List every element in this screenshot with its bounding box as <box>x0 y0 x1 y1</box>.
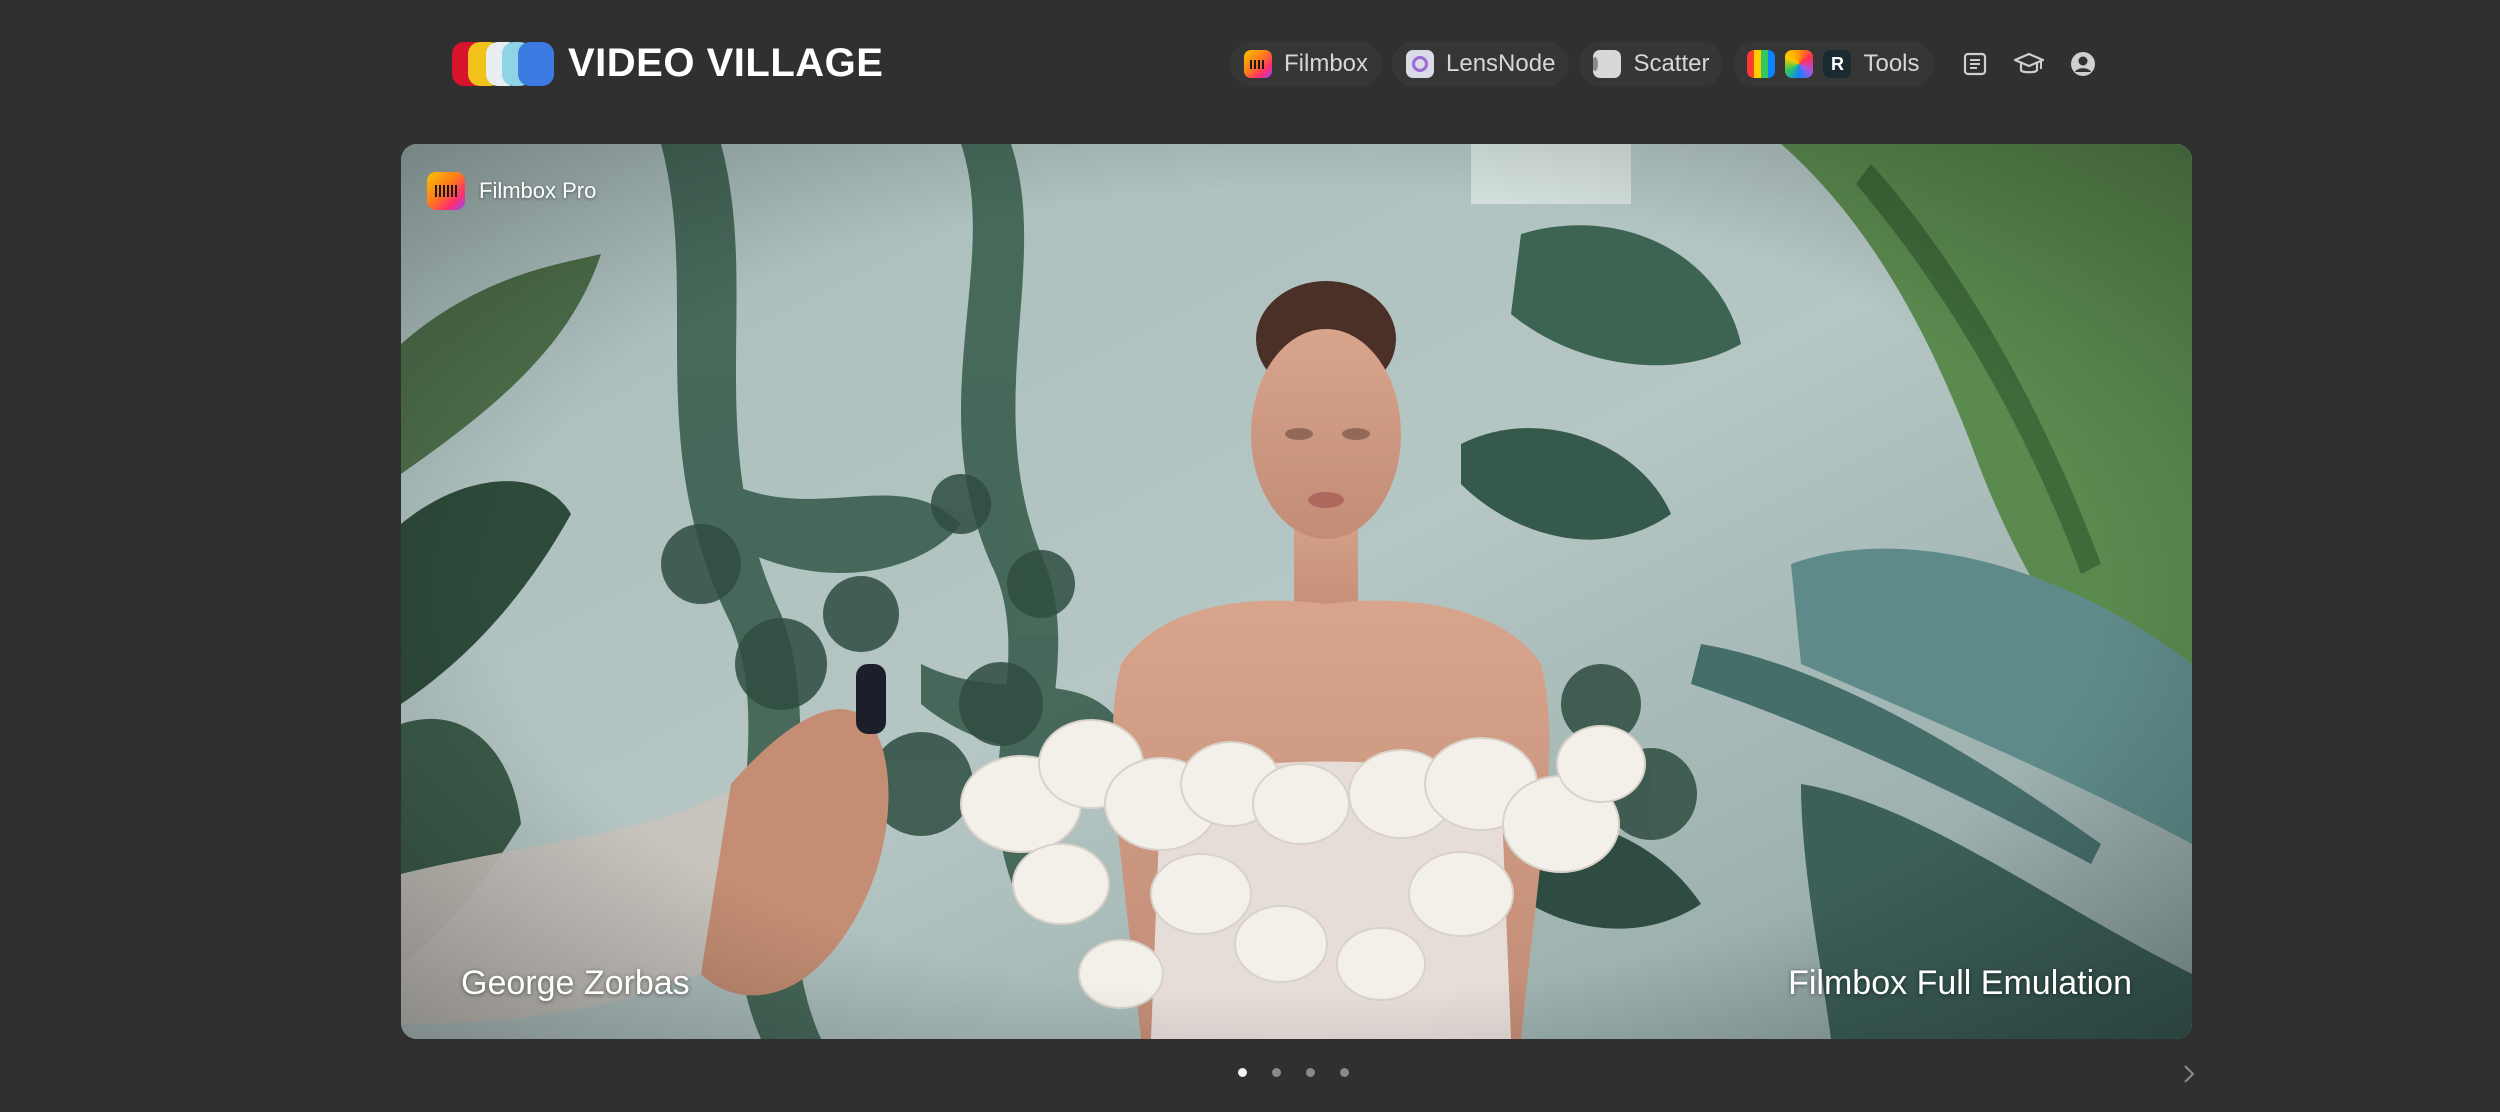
emulation-caption: Filmbox Full Emulation <box>1788 964 2132 1002</box>
nav-item-label: Filmbox <box>1284 50 1369 77</box>
filmbox-pro-badge[interactable]: Filmbox Pro <box>427 172 596 210</box>
nav-item-label: Scatter <box>1633 50 1710 77</box>
filmbox-icon <box>427 172 465 210</box>
badge-label: Filmbox Pro <box>479 178 597 203</box>
nav-item-filmbox[interactable]: Filmbox <box>1230 41 1383 87</box>
news-icon[interactable] <box>1952 41 1998 87</box>
color-wheel-icon <box>1785 50 1814 78</box>
carousel-dot-1[interactable] <box>1238 1068 1247 1077</box>
main-nav: Filmbox LensNode Scatter R Tools <box>1230 40 2106 88</box>
chevron-right-icon[interactable] <box>2178 1062 2200 1086</box>
color-bars-icon <box>1747 50 1776 78</box>
user-account-icon[interactable] <box>2060 41 2106 87</box>
artist-caption: George Zorbas <box>461 964 690 1002</box>
filmbox-icon <box>1244 50 1272 78</box>
scatter-icon <box>1593 50 1622 78</box>
graduation-cap-icon[interactable] <box>2006 41 2052 87</box>
nav-item-scatter[interactable]: Scatter <box>1579 41 1724 87</box>
carousel-dot-2[interactable] <box>1272 1068 1281 1077</box>
page: VIDEO VILLAGE Filmbox LensNode Scatter R… <box>0 0 2500 1112</box>
carousel-dot-3[interactable] <box>1306 1068 1315 1077</box>
nav-item-tools[interactable]: R Tools <box>1733 41 1934 87</box>
logo-segment <box>518 41 554 86</box>
nav-item-lensnode[interactable]: LensNode <box>1392 41 1570 87</box>
logo-mark-icon <box>452 41 554 86</box>
logo-text: VIDEO VILLAGE <box>568 41 884 85</box>
hero-image <box>401 144 2192 1039</box>
logo-link[interactable]: VIDEO VILLAGE <box>452 41 883 86</box>
lensnode-icon <box>1406 50 1435 78</box>
nav-item-label: LensNode <box>1446 50 1556 77</box>
site-header: VIDEO VILLAGE Filmbox LensNode Scatter R… <box>0 0 2500 130</box>
carousel-dots <box>1238 1068 1374 1077</box>
r-app-icon: R <box>1823 50 1852 78</box>
hero-video[interactable]: Filmbox Pro George Zorbas Filmbox Full E… <box>401 144 2192 1039</box>
carousel-dot-4[interactable] <box>1340 1068 1349 1077</box>
nav-item-label: Tools <box>1863 50 1920 77</box>
